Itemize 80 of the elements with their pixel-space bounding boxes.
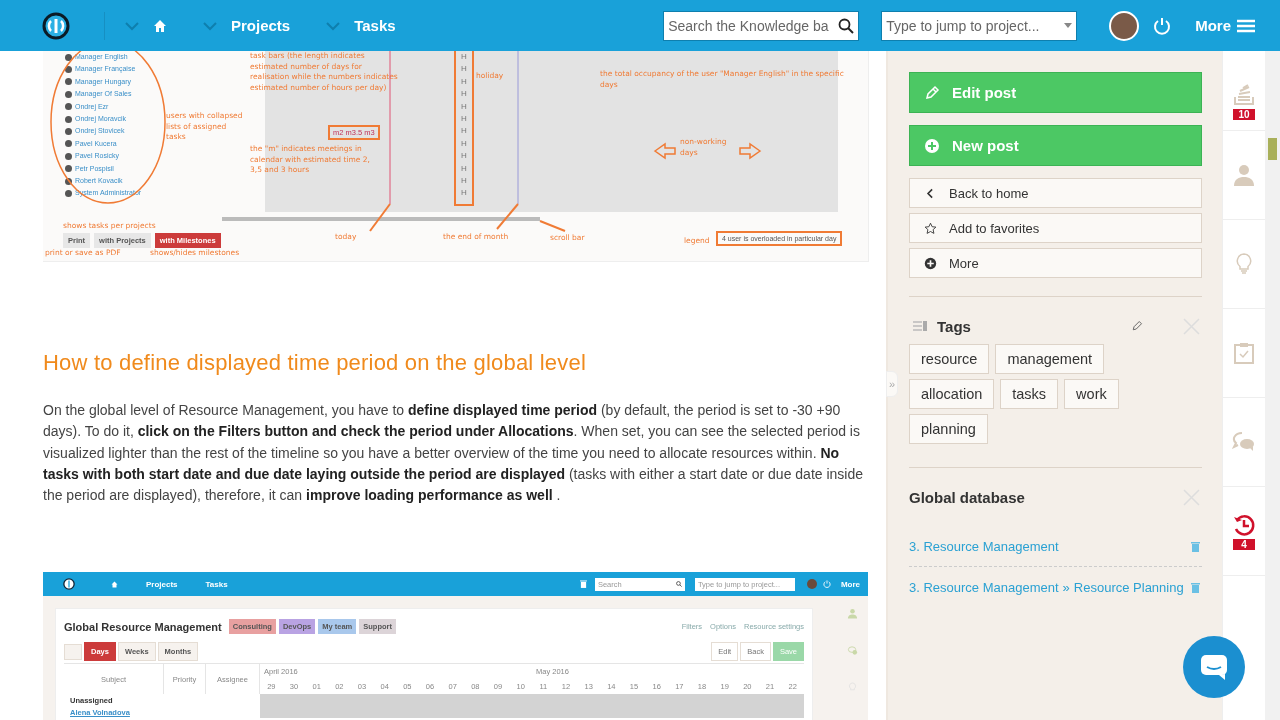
nav-link[interactable]: Tasks (354, 17, 396, 34)
collapse-handle[interactable]: » (886, 371, 898, 397)
pencil-icon[interactable] (1131, 320, 1143, 332)
nav-link[interactable]: Tasks (205, 580, 228, 589)
project-dropdown[interactable]: Type to jump to project... (881, 10, 1078, 41)
arrow-drawing (739, 142, 762, 160)
holiday-mark: H (461, 100, 467, 113)
holiday-mark: H (461, 51, 467, 63)
holiday-mark: H (461, 150, 467, 163)
tag-chip[interactable]: planning (909, 414, 988, 444)
tag-chip[interactable]: management (995, 344, 1105, 374)
count-badge: 10 (1233, 109, 1255, 120)
chat-icon (1199, 653, 1229, 681)
home-icon[interactable] (111, 581, 118, 588)
avatar-icon[interactable] (806, 579, 817, 590)
more-menu[interactable]: More (1195, 17, 1255, 34)
holiday-mark: H (461, 162, 467, 175)
leader-line (496, 203, 519, 230)
scrollbar-thumb[interactable] (1268, 138, 1277, 160)
holiday-mark: H (461, 187, 467, 200)
trash-icon[interactable] (1191, 540, 1200, 552)
menu-icon (1237, 18, 1255, 33)
caret-icon (1064, 23, 1073, 28)
plus-circle-icon (924, 137, 940, 154)
power-icon[interactable] (822, 580, 831, 589)
plus-circle-icon (924, 256, 937, 270)
stack-icon[interactable] (1232, 83, 1256, 107)
sidebar-button[interactable]: More (909, 248, 1202, 278)
holiday-mark: H (461, 112, 467, 125)
person-icon[interactable] (1232, 163, 1256, 187)
search-icon (675, 581, 682, 588)
nav-link[interactable]: Projects (146, 580, 178, 589)
logo-icon[interactable] (63, 578, 75, 591)
star-icon (924, 221, 937, 235)
chevron-down-icon[interactable] (326, 20, 341, 31)
avatar-icon[interactable] (1109, 10, 1140, 41)
sidebar-button[interactable]: Add to favorites (909, 213, 1202, 243)
database-link[interactable]: Resource Planning (1073, 579, 1184, 595)
nav-link[interactable]: Projects (231, 17, 291, 34)
page-title: Global Resource Management (64, 621, 222, 633)
primary-button[interactable]: New post (909, 125, 1202, 166)
chevron-down-icon[interactable] (125, 20, 139, 31)
sidebar-button[interactable]: Back to home (909, 178, 1202, 208)
arrow-drawing (653, 142, 676, 160)
holiday-mark: H (461, 137, 467, 150)
logo-icon[interactable] (42, 11, 70, 40)
power-icon[interactable] (1153, 16, 1172, 35)
holiday-mark: H (461, 75, 467, 88)
holiday-mark: H (461, 63, 467, 76)
person-icon[interactable] (847, 608, 858, 620)
count-badge: 4 (1233, 538, 1255, 550)
tag-chip[interactable]: allocation (909, 379, 995, 409)
trash-icon[interactable] (579, 580, 587, 589)
database-link[interactable]: 3. Resource Management (909, 538, 1059, 554)
database-link[interactable]: 3. Resource Management (909, 579, 1059, 595)
home-icon[interactable] (153, 18, 167, 33)
section-title: Tags (937, 317, 971, 335)
holiday-mark: H (461, 174, 467, 187)
history-icon[interactable] (1232, 512, 1256, 537)
paragraph: On the global level of Resource Management, you have to define displayed time period (by default, the period is set to -30 +90 days). To do it, click on the Filters button and check the period under Allocations. When set, you can see the selected period is visualized lighter than the rest of the timeline so you have a better overview of the time you need to allocate resources within. No tasks with both start date and due date laying outside the period are displayed (tasks with either a start date or due date inside the period are displayed), therefore, it can improve loading performance as well . (43, 401, 865, 506)
section-title: Global database (909, 488, 1025, 506)
list-icon (913, 321, 927, 331)
chevron-down-icon[interactable] (203, 20, 217, 31)
search-icon (838, 17, 855, 34)
trash-icon[interactable] (1191, 581, 1200, 593)
section-heading: How to define displayed time period on the global level (43, 350, 587, 376)
primary-button[interactable]: Edit post (909, 72, 1202, 113)
tag-chip[interactable]: tasks (1000, 379, 1059, 409)
search-field[interactable]: Search the Knowledge ba (663, 10, 860, 41)
clipboard-icon[interactable] (1232, 341, 1256, 365)
holiday-mark: H (461, 88, 467, 101)
leader-line (539, 220, 566, 232)
leader-line (369, 203, 391, 232)
pencil-icon (924, 84, 940, 101)
breadcrumb-separator: » (1062, 579, 1070, 595)
tag-chip[interactable]: resource (909, 344, 990, 374)
chat-icon[interactable] (847, 645, 858, 657)
holiday-mark: H (461, 125, 467, 138)
tag-chip[interactable]: work (1064, 379, 1119, 409)
more-menu[interactable]: More (840, 580, 860, 589)
